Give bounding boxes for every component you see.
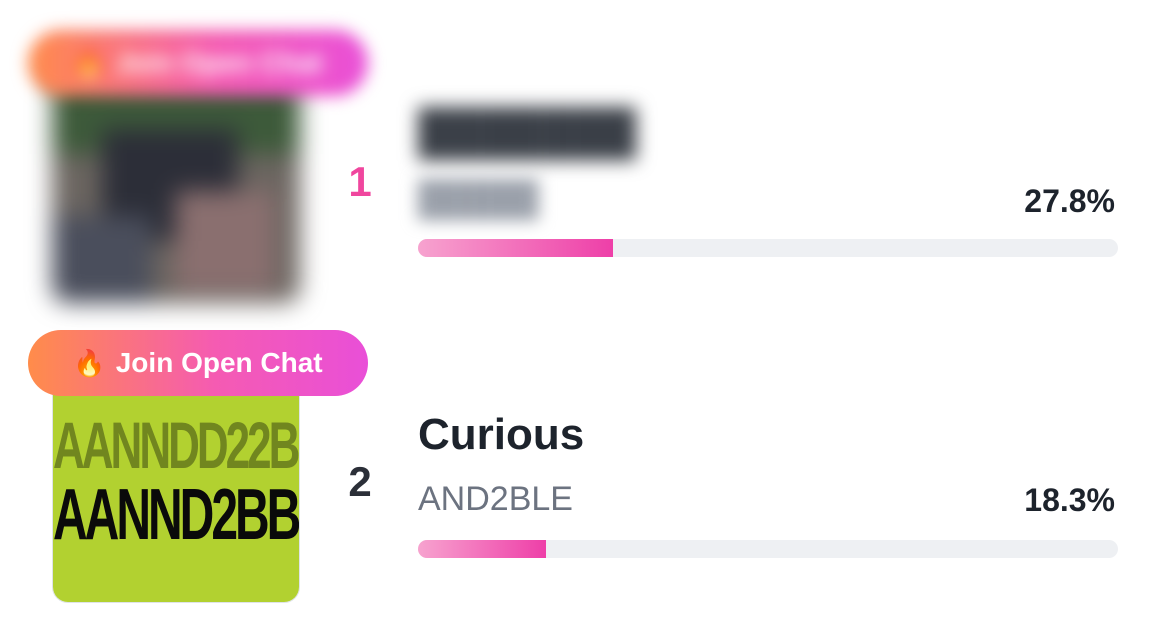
artist-name: █████ xyxy=(418,180,539,218)
vote-progress-fill xyxy=(418,540,547,558)
join-open-chat-label: Join Open Chat xyxy=(115,347,323,378)
rank-number: 2 xyxy=(348,458,372,505)
rank-number: 1 xyxy=(348,158,372,205)
ranking-item-1[interactable]: 🔥 Join Open Chat 1 ███████ █████ 27.8% xyxy=(0,0,1170,310)
artist-name[interactable]: AND2BLE xyxy=(418,480,573,519)
album-art-ghost-text: AANNDD22BBLLEE xyxy=(53,409,299,484)
fire-icon: 🔥 xyxy=(73,48,106,78)
song-title: ███████ xyxy=(418,108,637,157)
vote-progress-bar xyxy=(418,239,1118,257)
vote-progress-fill xyxy=(418,239,613,257)
join-open-chat-button-2[interactable]: 🔥 Join Open Chat xyxy=(28,330,368,396)
join-open-chat-label: Join Open Chat xyxy=(115,47,323,78)
fire-icon: 🔥 xyxy=(73,348,106,378)
vote-progress-bar xyxy=(418,540,1118,558)
vote-percentage: 18.3% xyxy=(1024,482,1115,518)
album-art-logo-text: AANND2BBLLEE xyxy=(53,475,299,556)
song-title[interactable]: Curious xyxy=(418,410,584,460)
ranking-item-2[interactable]: AANNDD22BBLLEE AANND2BBLLEE 🔥 Join Open … xyxy=(0,310,1170,620)
join-open-chat-button-1[interactable]: 🔥 Join Open Chat xyxy=(28,30,368,96)
vote-percentage: 27.8% xyxy=(1024,183,1115,219)
